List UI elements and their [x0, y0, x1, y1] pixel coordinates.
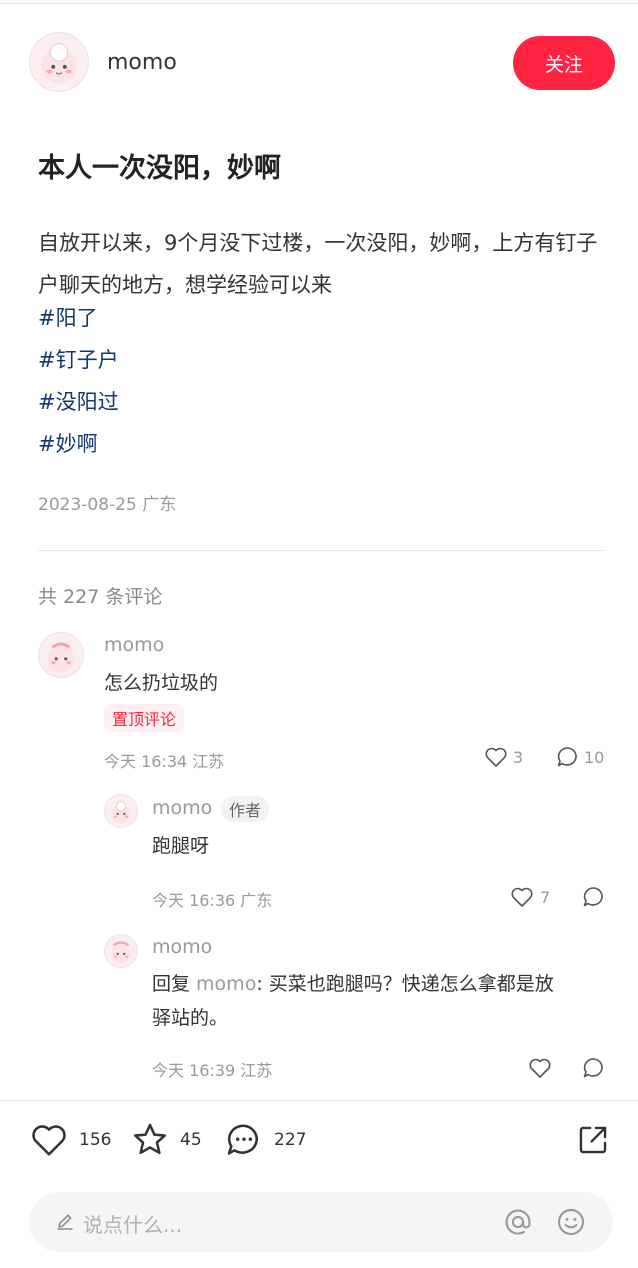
comment-meta: 今天 16:34 江苏 [104, 752, 225, 771]
top-status-strip [0, 0, 638, 4]
comment-input-placeholder: 说点什么... [83, 1213, 183, 1237]
star-icon [131, 1121, 169, 1159]
comment-input[interactable]: 说点什么... [29, 1192, 613, 1252]
comment-like-count: 3 [513, 747, 524, 767]
heart-icon [510, 886, 534, 908]
like-button[interactable]: 156 [30, 1122, 111, 1158]
reply-comment-button[interactable] [582, 1057, 606, 1079]
post-header: momo 关注 [0, 30, 638, 96]
comment-icon [582, 886, 606, 908]
comment-text: 怎么扔垃圾的 [104, 672, 219, 694]
comment-reply-count: 10 [584, 747, 605, 767]
replier-avatar[interactable] [104, 794, 138, 828]
replier-avatar[interactable] [104, 934, 138, 968]
author-name[interactable]: momo [107, 50, 177, 75]
reply-meta: 今天 16:36 广东 [152, 891, 273, 910]
author-avatar[interactable] [29, 32, 89, 92]
comment-button[interactable]: 227 [225, 1121, 306, 1159]
reply-like-button[interactable]: 7 [510, 886, 550, 908]
comment-count: 共 227 条评论 [38, 586, 163, 608]
heart-icon [484, 746, 508, 768]
pinned-comment-badge: 置顶评论 [104, 704, 185, 732]
comment-total-count: 227 [274, 1130, 307, 1150]
share-icon [576, 1123, 610, 1157]
comment-icon [582, 1057, 606, 1079]
post-date-location: 2023-08-25 广东 [38, 495, 177, 515]
emoji-icon[interactable] [555, 1206, 587, 1242]
share-button[interactable] [576, 1123, 610, 1157]
replier-name[interactable]: momo [152, 797, 212, 819]
reply-meta: 今天 16:39 江苏 [152, 1061, 273, 1080]
post-title: 本人一次没阳，妙啊 [38, 153, 281, 184]
comment-reply-button[interactable]: 10 [556, 746, 604, 768]
reply-text-line1: : 买菜也跑腿吗？快递怎么拿都是放 [256, 973, 554, 995]
like-count: 156 [79, 1130, 112, 1150]
commenter-avatar[interactable] [38, 632, 84, 678]
heart-icon [30, 1122, 68, 1158]
comment-icon [556, 746, 580, 768]
hashtag-link[interactable]: #妙啊 [38, 428, 98, 458]
reply-text: 跑腿呀 [152, 835, 210, 857]
hashtag-link[interactable]: #钉子户 [38, 344, 119, 374]
hashtag-link[interactable]: #阳了 [38, 302, 98, 332]
heart-icon [528, 1057, 552, 1079]
commenter-name[interactable]: momo [104, 634, 164, 656]
comment-like-button[interactable]: 3 [484, 746, 523, 768]
reply-text: 回复 momo: 买菜也跑腿吗？快递怎么拿都是放驿站的。 [152, 967, 608, 1035]
replier-name[interactable]: momo [152, 936, 212, 958]
author-badge: 作者 [221, 796, 270, 822]
collect-count: 45 [180, 1130, 202, 1150]
follow-button[interactable]: 关注 [513, 36, 615, 90]
post-body: 自放开以来，9个月没下过楼，一次没阳，妙啊，上方有钉子户聊天的地方，想学经验可以… [38, 231, 598, 297]
hashtag-link[interactable]: #没阳过 [38, 386, 119, 416]
divider [38, 550, 605, 551]
reply-text-line2: 驿站的。 [152, 1007, 229, 1029]
comment-icon [225, 1121, 263, 1159]
at-icon[interactable] [502, 1206, 534, 1242]
collect-button[interactable]: 45 [131, 1121, 202, 1159]
reply-like-button[interactable] [528, 1057, 552, 1079]
reply-like-count: 7 [540, 887, 551, 907]
reply-prefix: 回复 [152, 973, 197, 995]
bottom-action-bar: 156 45 227 说点什么... [0, 1100, 638, 1268]
reply-to-user[interactable]: momo [196, 973, 256, 995]
pencil-icon [55, 1211, 75, 1235]
reply-comment-button[interactable] [582, 886, 606, 908]
